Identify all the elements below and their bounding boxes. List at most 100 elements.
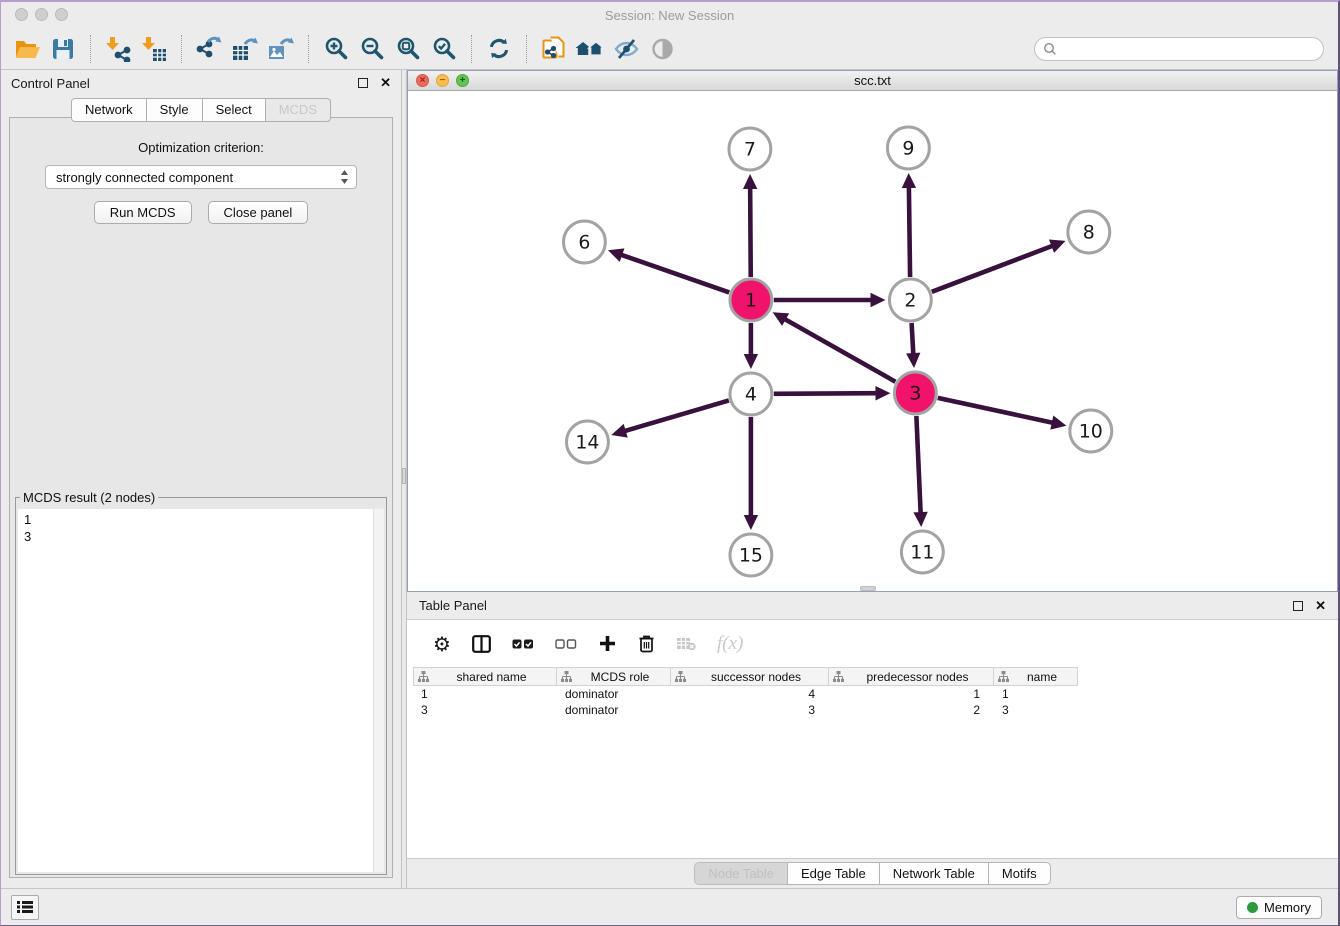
- task-history-button[interactable]: [11, 895, 39, 920]
- column-type-icon: [833, 671, 844, 682]
- table-cell[interactable]: 1: [994, 686, 1078, 702]
- graph-edge-1-7[interactable]: [750, 187, 751, 277]
- delete-table-icon[interactable]: [676, 636, 696, 651]
- table-cell[interactable]: 3: [413, 702, 557, 718]
- network-minimize-button[interactable]: −: [436, 74, 449, 87]
- result-scrollbar[interactable]: [373, 509, 384, 872]
- table-tabs: Node TableEdge TableNetwork TableMotifs: [407, 858, 1338, 888]
- add-column-icon[interactable]: [598, 635, 616, 652]
- hide-view-icon[interactable]: [644, 33, 680, 65]
- close-window-button[interactable]: [15, 8, 28, 21]
- graph-edge-arrow-3-11: [913, 512, 927, 527]
- float-panel-icon[interactable]: [358, 78, 368, 88]
- graph-node-label-10: 10: [1079, 420, 1103, 442]
- main-area: Control Panel ✕ NetworkStyleSelectMCDS O…: [1, 70, 1338, 888]
- column-type-icon: [561, 671, 572, 682]
- zoom-fit-icon[interactable]: [390, 33, 426, 65]
- table-cell[interactable]: 2: [829, 702, 994, 718]
- graph-edge-arrow-1-7: [743, 174, 757, 189]
- panel-splitter[interactable]: [401, 70, 407, 888]
- import-table-icon[interactable]: [136, 33, 172, 65]
- graph-edge-2-8[interactable]: [932, 245, 1054, 291]
- graph-edge-4-14[interactable]: [624, 400, 729, 431]
- column-header-successor-nodes[interactable]: successor nodes: [671, 667, 829, 686]
- mcds-result-lines: 1 3: [18, 509, 384, 547]
- minimize-window-button[interactable]: [35, 8, 48, 21]
- network-maximize-button[interactable]: +: [456, 74, 469, 87]
- save-session-icon[interactable]: [45, 33, 81, 65]
- graph-edge-3-10[interactable]: [938, 398, 1054, 423]
- network-close-button[interactable]: ×: [416, 74, 429, 87]
- export-image-icon[interactable]: [263, 33, 299, 65]
- float-table-panel-icon[interactable]: [1293, 601, 1303, 611]
- run-mcds-button[interactable]: Run MCDS: [94, 201, 192, 224]
- column-header-MCDS-role[interactable]: MCDS role: [557, 667, 671, 686]
- table-header-row: shared nameMCDS rolesuccessor nodesprede…: [413, 667, 1338, 686]
- right-column: × − + scc.txt 7968124314101511 Table Pan…: [407, 70, 1338, 888]
- zoom-out-icon[interactable]: [354, 33, 390, 65]
- column-type-icon: [418, 671, 429, 682]
- tab-node-table[interactable]: Node Table: [694, 862, 788, 885]
- export-network-icon[interactable]: [191, 33, 227, 65]
- list-icon: [17, 900, 33, 914]
- delete-column-icon[interactable]: [637, 634, 655, 653]
- select-all-columns-icon[interactable]: [512, 639, 534, 649]
- network-graph[interactable]: 7968124314101511: [408, 91, 1337, 591]
- graph-edge-2-9[interactable]: [909, 186, 910, 277]
- open-session-icon[interactable]: [9, 33, 45, 65]
- refresh-view-icon[interactable]: [481, 33, 517, 65]
- tab-style[interactable]: Style: [146, 98, 203, 122]
- tab-mcds[interactable]: MCDS: [265, 98, 331, 122]
- optimization-criterion-dropdown[interactable]: strongly connected component: [45, 165, 357, 189]
- export-table-icon[interactable]: [227, 33, 263, 65]
- graph-node-label-7: 7: [744, 138, 756, 160]
- graph-edge-3-1[interactable]: [784, 319, 895, 382]
- table-cell[interactable]: 3: [671, 702, 829, 718]
- column-header-name[interactable]: name: [994, 667, 1078, 686]
- import-network-icon[interactable]: [100, 33, 136, 65]
- copy-network-icon[interactable]: [536, 33, 572, 65]
- graph-edge-2-3[interactable]: [912, 323, 914, 355]
- visual-style-icon[interactable]: [608, 33, 644, 65]
- network-canvas[interactable]: 7968124314101511: [408, 91, 1337, 591]
- tab-motifs[interactable]: Motifs: [988, 862, 1051, 885]
- deselect-all-columns-icon[interactable]: [555, 639, 577, 649]
- tab-select[interactable]: Select: [202, 98, 266, 122]
- control-panel: Control Panel ✕ NetworkStyleSelectMCDS O…: [1, 70, 401, 888]
- zoom-window-button[interactable]: [55, 8, 68, 21]
- table-settings-icon[interactable]: ⚙: [433, 634, 451, 654]
- tab-edge-table[interactable]: Edge Table: [787, 862, 880, 885]
- close-panel-icon[interactable]: ✕: [380, 78, 391, 88]
- column-header-shared-name[interactable]: shared name: [413, 667, 557, 686]
- close-table-panel-icon[interactable]: ✕: [1315, 601, 1326, 611]
- search-input[interactable]: [1061, 40, 1315, 57]
- titlebar: Session: New Session: [1, 2, 1338, 28]
- zoom-selected-icon[interactable]: [426, 33, 462, 65]
- mcds-result-area[interactable]: 1 3: [18, 509, 384, 872]
- memory-button[interactable]: Memory: [1236, 896, 1322, 919]
- column-type-icon: [675, 671, 686, 682]
- mcds-panel: Optimization criterion: strongly connect…: [9, 117, 393, 878]
- search-icon: [1043, 42, 1057, 56]
- column-header-predecessor-nodes[interactable]: predecessor nodes: [829, 667, 994, 686]
- splitter-handle[interactable]: [402, 468, 406, 484]
- canvas-scrollbar-thumb[interactable]: [860, 586, 876, 591]
- tab-network-table[interactable]: Network Table: [879, 862, 989, 885]
- show-columns-icon[interactable]: [472, 635, 491, 653]
- show-all-networks-icon[interactable]: [572, 33, 608, 65]
- graph-edge-1-6[interactable]: [620, 254, 729, 292]
- graph-edge-4-3[interactable]: [774, 393, 878, 394]
- table-cell[interactable]: 4: [671, 686, 829, 702]
- tab-network[interactable]: Network: [71, 98, 147, 122]
- toolbar-separator: [526, 35, 527, 63]
- table-cell[interactable]: dominator: [557, 702, 671, 718]
- graph-edge-3-11[interactable]: [916, 416, 920, 514]
- table-cell[interactable]: dominator: [557, 686, 671, 702]
- table-cell[interactable]: 3: [994, 702, 1078, 718]
- table-cell[interactable]: 1: [413, 686, 557, 702]
- graph-node-label-11: 11: [910, 541, 934, 563]
- zoom-in-icon[interactable]: [318, 33, 354, 65]
- close-panel-button[interactable]: Close panel: [208, 201, 309, 224]
- table-cell[interactable]: 1: [829, 686, 994, 702]
- graph-node-label-15: 15: [739, 544, 763, 566]
